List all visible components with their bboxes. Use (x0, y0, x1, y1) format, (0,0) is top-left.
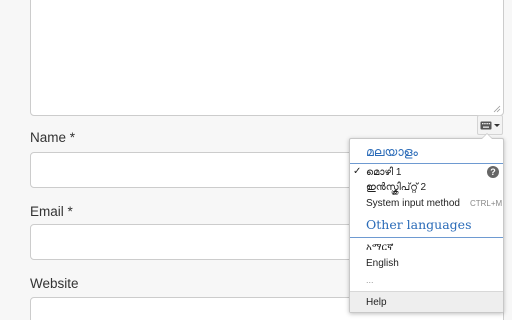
input-method-item-inscript[interactable]: ഇൻസ്ക്രിപ്റ്റ് 2 (350, 180, 503, 195)
language-label: አማርኛ (366, 242, 394, 253)
comment-textarea[interactable] (30, 0, 504, 116)
name-label: Name * (30, 130, 76, 145)
check-icon: ✓ (353, 166, 362, 177)
help-circle-icon[interactable]: ? (487, 166, 499, 178)
language-label: English (366, 258, 399, 269)
shortcut-hint: CTRL+M (469, 199, 503, 208)
more-label: ... (366, 274, 374, 285)
website-label: Website (30, 276, 79, 291)
comment-form-page: Name * Email * Website മലയാളം ✓ മൊഴി 1 ?… (0, 0, 512, 320)
input-method-label: ഇൻസ്ക്രിപ്റ്റ് 2 (366, 182, 427, 193)
language-item-amharic[interactable]: አማርኛ (350, 240, 503, 255)
resize-grip-icon[interactable] (493, 105, 501, 113)
input-method-label: System input method (366, 198, 460, 209)
menu-language-heading[interactable]: മലയാളം (366, 144, 418, 160)
chevron-down-icon (494, 123, 500, 127)
help-label: Help (366, 296, 387, 308)
input-method-item-system[interactable]: System input method CTRL+M (350, 196, 503, 211)
more-languages-item[interactable]: ... (350, 272, 503, 287)
help-menu-item[interactable]: Help (350, 291, 503, 312)
keyboard-icon (480, 121, 492, 130)
input-method-item-mozhi[interactable]: ✓ മൊഴി 1 ? (350, 165, 503, 180)
input-method-label: മൊഴി 1 (366, 167, 402, 178)
heading-divider (350, 163, 503, 164)
email-label: Email * (30, 204, 73, 219)
ime-selector-button[interactable] (477, 115, 503, 135)
heading-divider (350, 237, 503, 238)
language-item-english[interactable]: English (350, 256, 503, 271)
ime-menu: മലയാളം ✓ മൊഴി 1 ? ഇൻസ്ക്രിപ്റ്റ് 2 Syste… (349, 133, 504, 313)
other-languages-heading: Other languages (366, 217, 472, 232)
